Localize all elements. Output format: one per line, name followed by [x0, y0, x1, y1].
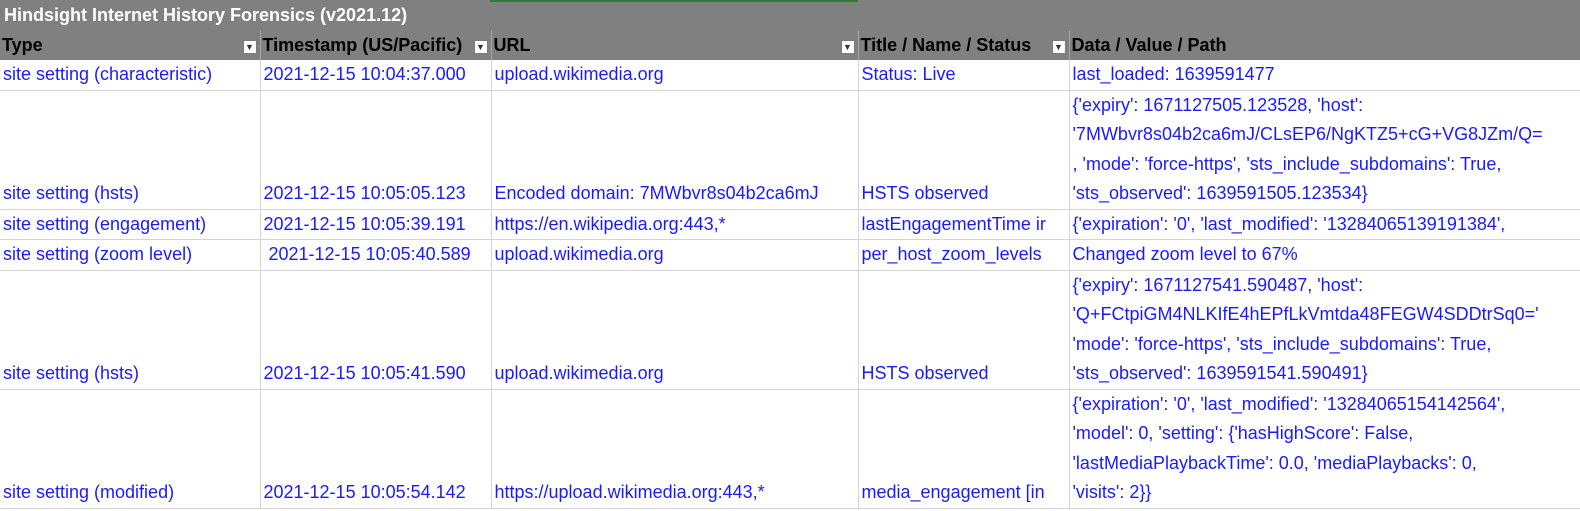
column-header-label: URL — [493, 35, 531, 56]
cell-timestamp[interactable]: 2021-12-15 10:05:05.123 — [260, 90, 492, 210]
column-header-label: Timestamp (US/Pacific) — [262, 35, 463, 56]
cell-url[interactable]: upload.wikimedia.org — [491, 239, 859, 271]
table-row[interactable]: site setting (hsts) 2021-12-15 10:05:05.… — [0, 90, 1580, 210]
cell-timestamp[interactable]: 2021-12-15 10:04:37.000 — [260, 60, 492, 91]
dropdown-icon[interactable]: ▼ — [473, 40, 488, 54]
cell-url[interactable]: upload.wikimedia.org — [491, 270, 859, 390]
table-row[interactable]: site setting (engagement) 2021-12-15 10:… — [0, 209, 1580, 240]
cell-type[interactable]: site setting (engagement) — [0, 209, 261, 240]
table-row[interactable]: site setting (zoom level) 2021-12-15 10:… — [0, 239, 1580, 271]
cell-title[interactable]: lastEngagementTime ir — [858, 209, 1070, 240]
column-header-url[interactable]: URL ▼ — [491, 31, 859, 60]
cell-url[interactable]: https://upload.wikimedia.org:443,* — [491, 389, 859, 509]
header-row: Type ▼ Timestamp (US/Pacific) ▼ URL ▼ Ti… — [0, 31, 1580, 60]
spreadsheet: Hindsight Internet History Forensics (v2… — [0, 0, 1580, 511]
column-header-label: Title / Name / Status — [860, 35, 1032, 56]
sheet-title: Hindsight Internet History Forensics (v2… — [4, 5, 408, 25]
column-header-label: Type — [2, 35, 43, 56]
cell-title[interactable]: HSTS observed — [858, 270, 1070, 390]
cell-type[interactable]: site setting (zoom level) — [0, 239, 261, 271]
column-header-timestamp[interactable]: Timestamp (US/Pacific) ▼ — [260, 31, 492, 60]
cell-title[interactable]: HSTS observed — [858, 90, 1070, 210]
cell-url[interactable]: https://en.wikipedia.org:443,* — [491, 209, 859, 240]
table-row[interactable]: site setting (hsts) 2021-12-15 10:05:41.… — [0, 270, 1580, 390]
cell-data[interactable]: {'expiry': 1671127505.123528, 'host': '7… — [1069, 90, 1580, 210]
cell-type[interactable]: site setting (hsts) — [0, 90, 261, 210]
cell-timestamp[interactable]: 2021-12-15 10:05:39.191 — [260, 209, 492, 240]
cell-data[interactable]: {'expiration': '0', 'last_modified': '13… — [1069, 389, 1580, 509]
cell-data[interactable]: {'expiry': 1671127541.590487, 'host': 'Q… — [1069, 270, 1580, 390]
cell-type[interactable]: site setting (modified) — [0, 389, 261, 509]
column-header-type[interactable]: Type ▼ — [0, 31, 261, 60]
cell-type[interactable]: site setting (hsts) — [0, 270, 261, 390]
cell-data[interactable]: last_loaded: 1639591477 — [1069, 60, 1580, 91]
dropdown-icon[interactable]: ▼ — [840, 40, 855, 54]
cell-title[interactable]: Status: Live — [858, 60, 1070, 91]
column-header-label: Data / Value / Path — [1071, 35, 1227, 56]
cell-url[interactable]: Encoded domain: 7MWbvr8s04b2ca6mJ — [491, 90, 859, 210]
cell-data[interactable]: Changed zoom level to 67% — [1069, 239, 1580, 271]
cell-type[interactable]: site setting (characteristic) — [0, 60, 261, 91]
cell-title[interactable]: per_host_zoom_levels — [858, 239, 1070, 271]
cell-title[interactable]: media_engagement [in — [858, 389, 1070, 509]
sheet-title-bar: Hindsight Internet History Forensics (v2… — [0, 0, 1580, 31]
cell-timestamp[interactable]: 2021-12-15 10:05:40.589 — [260, 239, 492, 271]
cell-data[interactable]: {'expiration': '0', 'last_modified': '13… — [1069, 209, 1580, 240]
filter-active-icon[interactable]: ▼ — [242, 40, 257, 54]
table-row[interactable]: site setting (characteristic) 2021-12-15… — [0, 60, 1580, 91]
history-table: Type ▼ Timestamp (US/Pacific) ▼ URL ▼ Ti… — [0, 31, 1580, 509]
cell-timestamp[interactable]: 2021-12-15 10:05:41.590 — [260, 270, 492, 390]
column-header-data[interactable]: Data / Value / Path — [1069, 31, 1580, 60]
cell-url[interactable]: upload.wikimedia.org — [491, 60, 859, 91]
selected-cell-indicator — [490, 0, 858, 2]
column-header-title[interactable]: Title / Name / Status ▼ — [858, 31, 1070, 60]
table-row[interactable]: site setting (modified) 2021-12-15 10:05… — [0, 389, 1580, 509]
cell-timestamp[interactable]: 2021-12-15 10:05:54.142 — [260, 389, 492, 509]
dropdown-icon[interactable]: ▼ — [1051, 40, 1066, 54]
